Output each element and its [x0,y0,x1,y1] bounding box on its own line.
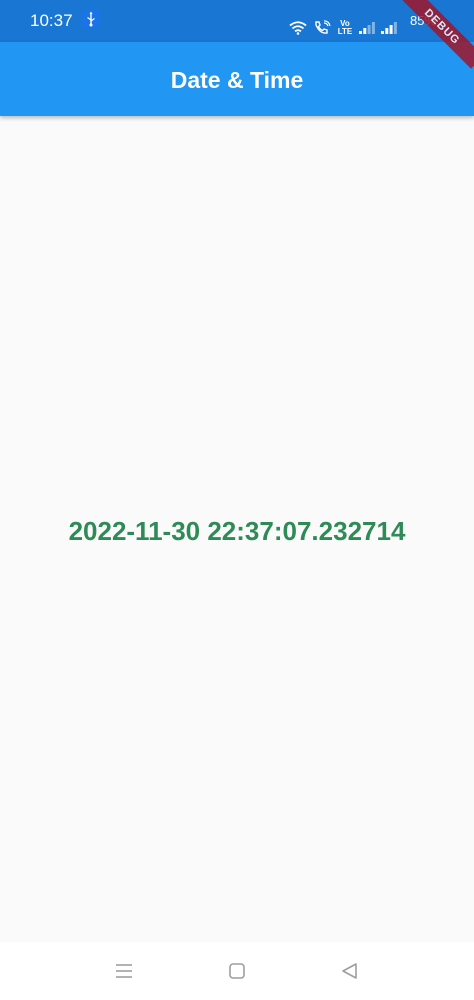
status-time: 10:37 [30,11,73,30]
main-content: 2022-11-30 22:37:07.232714 [0,116,474,942]
usb-icon [82,10,100,28]
navigation-bar [0,942,474,1000]
app-bar: Date & Time [0,42,474,116]
page-title: Date & Time [170,67,304,93]
volte-icon: Vo LTE [337,20,353,36]
signal-icon [359,22,375,34]
status-icons: Vo LTE [289,19,403,37]
datetime-text: 2022-11-30 22:37:07.232714 [68,516,406,546]
wifi-calling-icon [313,20,331,36]
status-bar: 10:37 Vo LTE [0,0,474,42]
back-icon[interactable] [338,961,360,981]
wifi-icon [289,21,307,35]
home-icon[interactable] [226,961,248,981]
signal-icon-2 [381,22,397,34]
menu-icon[interactable] [113,961,135,981]
volte-line2: LTE [337,27,353,36]
